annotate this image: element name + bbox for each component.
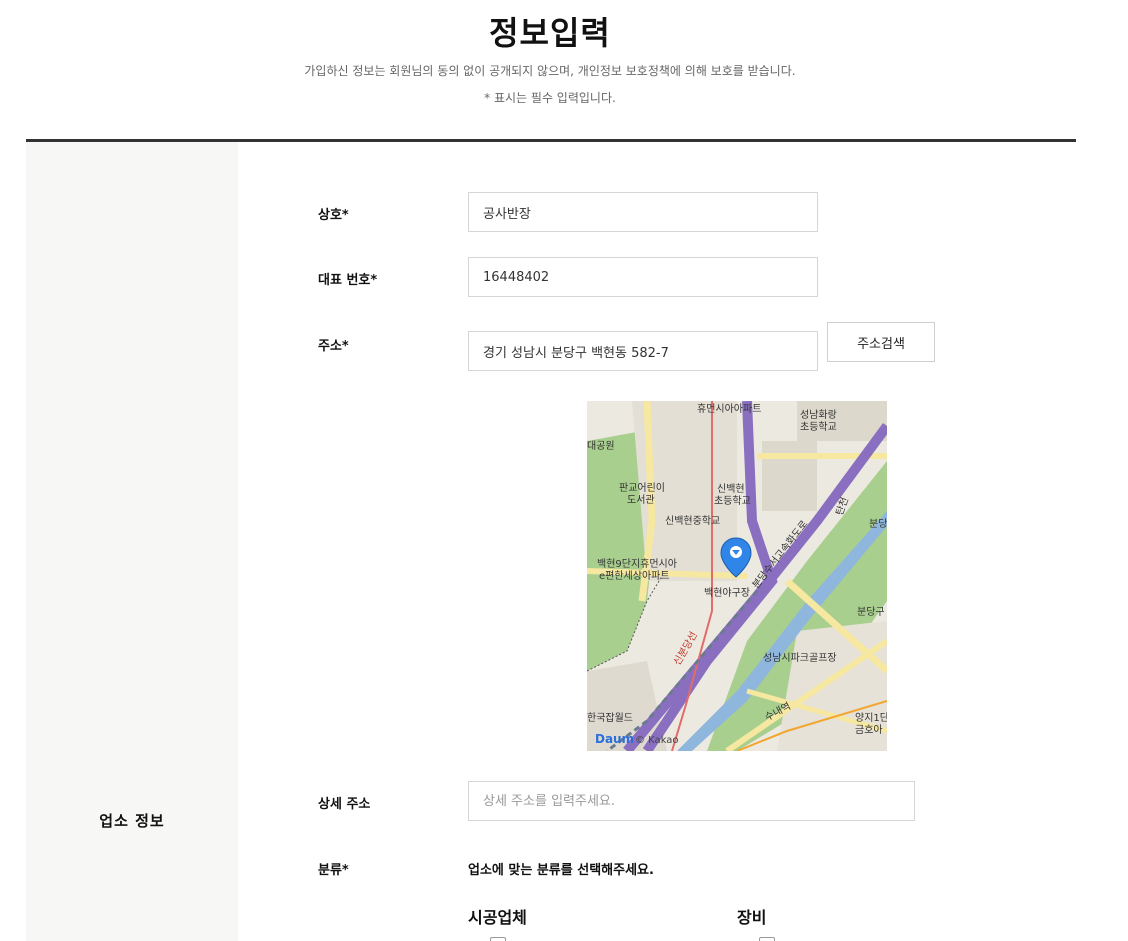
map-block-ne	[797, 401, 887, 441]
map-label: 분당	[869, 518, 887, 530]
phone-label: 대표 번호*	[318, 273, 378, 288]
map-label: 휴먼시아아파트	[697, 403, 761, 415]
map-label: e편한세상아파트	[599, 570, 670, 582]
equipment-checkbox[interactable]	[759, 937, 775, 941]
map-label: 분당구	[857, 606, 885, 618]
map-label: 백현야구장	[704, 587, 750, 599]
phone-input[interactable]	[468, 257, 818, 297]
map-label: 도서관	[627, 494, 655, 506]
address-label: 주소*	[318, 339, 349, 354]
map-label: 신백현	[717, 483, 745, 495]
map-label: 백현9단지휴먼시아	[597, 558, 677, 570]
map-label: 대공원	[587, 440, 615, 452]
location-map[interactable]: 휴먼시아아파트 성남화랑 초등학교 대공원 판교어린이 도서관 신백현 초등학교…	[587, 401, 887, 751]
category-label: 분류*	[318, 863, 349, 878]
category-group-construction: 시공업체	[468, 908, 527, 927]
category-group-equipment: 장비	[737, 908, 767, 927]
business-name-label: 상호*	[318, 208, 349, 223]
business-name-input[interactable]	[468, 192, 818, 232]
page-title: 정보입력	[489, 14, 611, 52]
map-label: 초등학교	[714, 495, 751, 507]
detail-address-input[interactable]	[468, 781, 915, 821]
category-hint: 업소에 맞는 분류를 선택해주세요.	[468, 863, 654, 878]
map-label: 초등학교	[800, 421, 837, 433]
detail-address-label: 상세 주소	[318, 797, 371, 812]
map-label: 판교어린이	[619, 482, 665, 494]
address-search-button[interactable]: 주소검색	[827, 322, 935, 362]
section-label: 업소 정보	[99, 812, 165, 830]
map-label: 한국잡월드	[587, 712, 633, 724]
map-label: 성남화랑	[800, 409, 837, 421]
map-copyright: © Kakao	[635, 735, 679, 746]
map-brand-logo: Daum	[595, 732, 634, 746]
privacy-notice: 가입하신 정보는 회원님의 동의 없이 공개되지 않으며, 개인정보 보호정책에…	[304, 64, 796, 78]
construction-checkbox[interactable]	[490, 937, 506, 941]
address-input[interactable]	[468, 331, 818, 371]
map-block-east	[762, 441, 817, 511]
map-label: 양지1단	[855, 712, 887, 724]
map-label: 신백현중학교	[665, 515, 720, 527]
map-label: 금호아	[855, 724, 883, 736]
required-note: * 표시는 필수 입력입니다.	[484, 91, 616, 105]
map-label: 성남시파크골프장	[763, 652, 837, 664]
